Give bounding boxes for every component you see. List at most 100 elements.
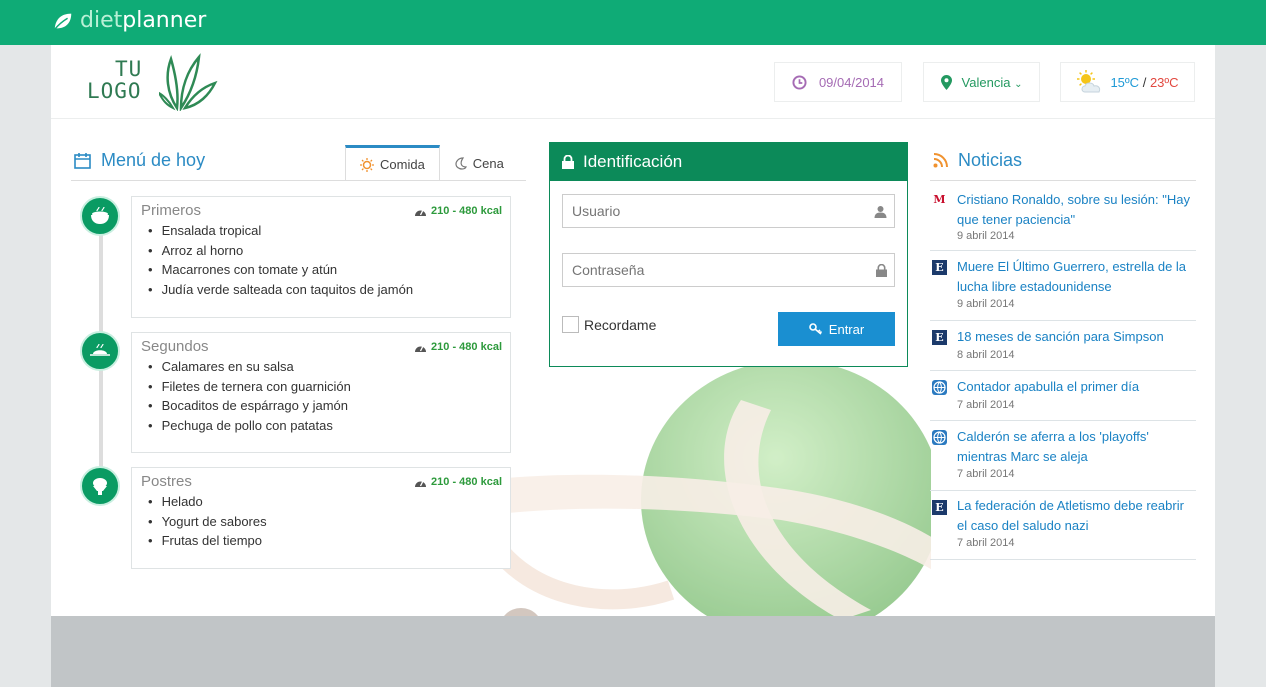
menu-title-text: Menú de hoy [101,150,206,170]
dish-item: Frutas del tiempo [148,531,267,551]
top-bar: dietplanner [0,0,1266,45]
dish-item: Filetes de ternera con guarnición [148,377,351,397]
bowl-icon [80,196,120,236]
news-title: Noticias [933,150,1022,171]
tab-cena-label: Cena [472,155,504,171]
city-name: Valencia [961,74,1011,90]
dish-item: Arroz al horno [148,241,413,261]
elmundo-source-icon: E [932,260,947,275]
news-date: 7 abril 2014 [957,537,1015,549]
footer [51,616,1215,687]
login-panel: Identificación Recordame Entrar [549,142,908,367]
news-divider [930,180,1196,181]
tab-cena[interactable]: Cena [440,145,518,181]
tab-comida-label: Comida [380,157,425,172]
kcal-range: 210 - 480 kcal [431,476,502,488]
login-header: Identificación [550,143,907,181]
username-input[interactable] [570,202,854,220]
password-input[interactable] [570,261,854,279]
kcal-badge: 210 - 480 kcal [414,476,502,488]
city-selector[interactable]: Valencia ⌄ [923,62,1040,102]
temp-low: 23ºC [1149,74,1179,90]
date-box: 09/04/2014 [774,62,902,102]
sun-icon [360,157,374,172]
map-marker-icon [940,74,952,90]
news-date: 7 abril 2014 [957,399,1015,411]
news-item[interactable]: E 18 meses de sanción para Simpson 8 abr… [930,321,1196,371]
login-title: Identificación [583,152,683,171]
gauge-icon [415,345,427,352]
news-headline[interactable]: Calderón se aferra a los 'playoffs' mien… [957,427,1194,466]
dish-item: Pechuga de pollo con patatas [148,416,351,436]
globe-source-icon [932,430,947,445]
leaf-icon [54,13,72,30]
news-item[interactable]: E Muere El Último Guerrero, estrella de … [930,251,1196,321]
header-row: TU LOGO 09/04/2014 Valencia ⌄ 15ºC / 23º… [51,45,1215,119]
gauge-icon [415,480,427,487]
username-field[interactable] [562,194,895,228]
dish-item: Judía verde salteada con taquitos de jam… [148,280,414,300]
menu-card-segundos: Segundos 210 - 480 kcal Calamares en su … [131,332,511,453]
clock-icon [792,74,807,90]
dish-list: Calamares en su salsa Filetes de ternera… [148,357,351,435]
news-item[interactable]: Contador apabulla el primer día 7 abril … [930,371,1196,421]
news-headline[interactable]: Contador apabulla el primer día [957,377,1194,397]
card-title: Postres [141,473,192,490]
remember-label: Recordame [584,316,657,333]
logo-leaves-icon [159,53,218,111]
meal-tabs: Comida Cena [345,145,518,181]
submit-button[interactable]: Entrar [778,312,895,346]
plate-icon [80,331,120,371]
temp-high: 15ºC [1110,74,1140,90]
ice-cream-icon [80,466,120,506]
news-headline[interactable]: 18 meses de sanción para Simpson [957,327,1194,347]
news-date: 9 abril 2014 [957,298,1015,310]
gauge-icon [415,209,427,216]
news-headline[interactable]: Cristiano Ronaldo, sobre su lesión: "Hay… [957,190,1194,229]
news-title-text: Noticias [958,150,1023,170]
checkbox-box[interactable] [562,316,579,333]
elmundo-source-icon: E [932,500,947,515]
user-icon [874,205,887,218]
card-title: Primeros [141,202,202,219]
card-title: Segundos [141,338,209,355]
dish-item: Macarrones con tomate y atún [148,260,413,280]
dish-item: Helado [148,492,267,512]
globe-source-icon [932,380,947,395]
news-headline[interactable]: Muere El Último Guerrero, estrella de la… [957,257,1194,296]
tab-comida[interactable]: Comida [345,145,440,181]
dish-item: Calamares en su salsa [148,357,351,377]
kcal-badge: 210 - 480 kcal [414,205,502,217]
news-date: 9 abril 2014 [957,230,1015,242]
password-field[interactable] [562,253,895,287]
remember-checkbox[interactable]: Recordame [562,316,656,333]
main-panel: TU LOGO 09/04/2014 Valencia ⌄ 15ºC / 23º… [51,45,1215,616]
marca-source-icon: M [933,193,946,206]
current-date: 09/04/2014 [818,74,885,90]
temp-separator: / [1142,74,1147,90]
menu-card-primeros: Primeros 210 - 480 kcal Ensalada tropica… [131,196,511,318]
dish-item: Ensalada tropical [148,221,413,241]
news-item[interactable]: M Cristiano Ronaldo, sobre su lesión: "H… [930,187,1196,251]
rss-icon [933,153,948,168]
news-headline[interactable]: La federación de Atletismo debe reabrir … [957,496,1194,535]
news-item[interactable]: Calderón se aferra a los 'playoffs' mien… [930,421,1196,491]
submit-label: Entrar [828,321,865,337]
chevron-down-icon: ⌄ [1014,78,1023,90]
lock-icon [562,155,574,169]
brand-logo[interactable]: dietplanner [52,8,206,33]
dish-item: Bocaditos de espárrago y jamón [148,396,351,416]
news-item[interactable]: E La federación de Atletismo debe reabri… [930,491,1196,560]
kcal-badge: 210 - 480 kcal [414,341,502,353]
news-date: 8 abril 2014 [957,349,1015,361]
brand-planner: planner [122,8,207,33]
elmundo-source-icon: E [932,330,947,345]
menu-divider [71,180,526,181]
site-logo[interactable]: TU LOGO [87,53,218,111]
brand-diet: diet [80,8,123,33]
kcal-range: 210 - 480 kcal [431,341,502,353]
dish-item: Yogurt de sabores [148,512,267,532]
calendar-icon [74,153,91,169]
logo-line-2: LOGO [87,79,142,103]
weather-box: 15ºC / 23ºC [1060,62,1195,102]
